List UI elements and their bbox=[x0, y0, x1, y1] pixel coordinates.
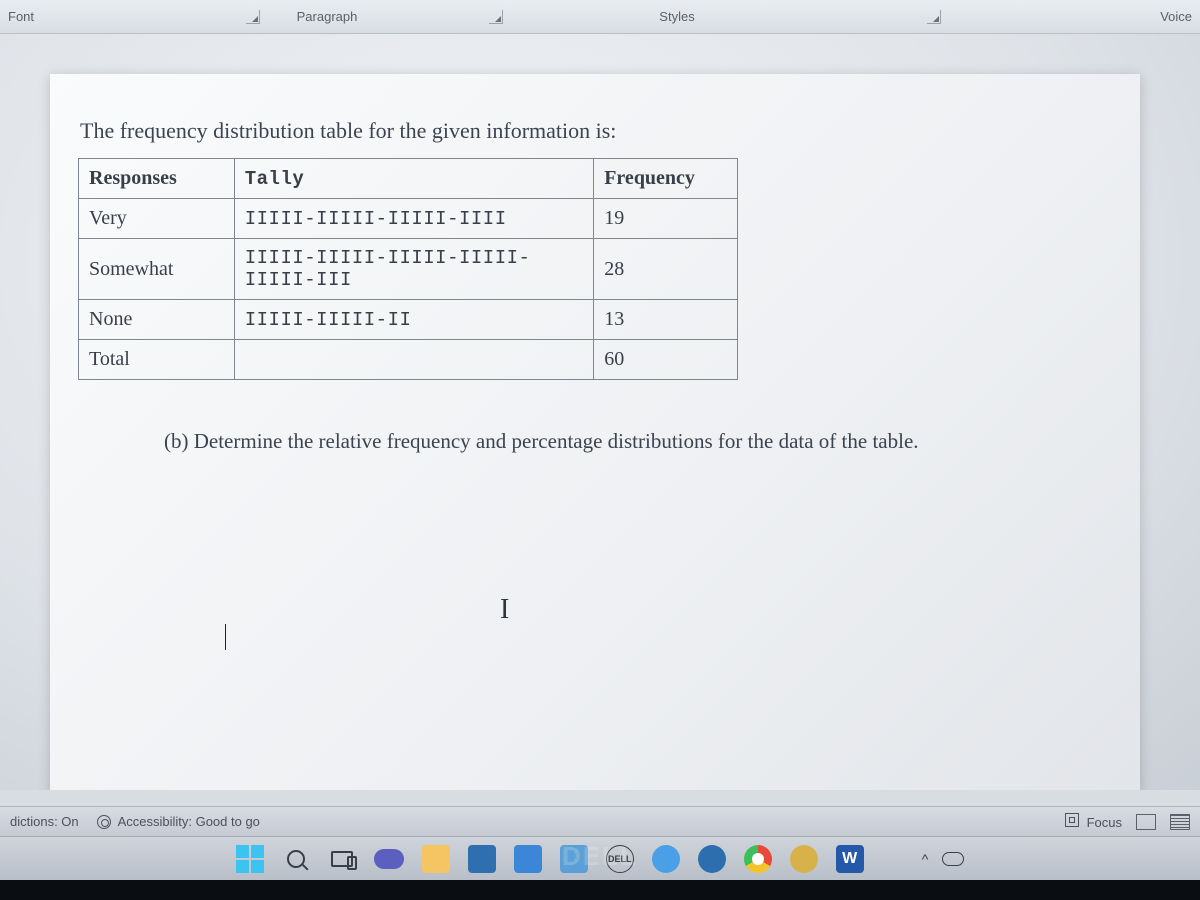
text-cursor-icon: I bbox=[500, 594, 509, 626]
question-b: (b) Determine the relative frequency and… bbox=[164, 426, 1044, 456]
globe-app-icon[interactable] bbox=[698, 845, 726, 873]
search-icon bbox=[287, 850, 305, 868]
status-predictions[interactable]: dictions: On bbox=[10, 814, 79, 829]
document-page[interactable]: The frequency distribution table for the… bbox=[50, 74, 1140, 790]
onedrive-icon[interactable] bbox=[942, 852, 964, 866]
tray-overflow-chevron-icon[interactable]: ^ bbox=[922, 851, 929, 867]
font-dialog-launcher-icon[interactable] bbox=[246, 10, 260, 24]
ribbon-paragraph-label: Paragraph bbox=[297, 9, 358, 24]
ribbon-group-font: Font bbox=[0, 9, 260, 24]
styles-dialog-launcher-icon[interactable] bbox=[927, 10, 941, 24]
ribbon-group-styles: Styles bbox=[540, 9, 1060, 24]
cell-tally: IIIII-IIIII-IIIII-IIII bbox=[234, 199, 593, 239]
cell-response: Very bbox=[79, 199, 235, 239]
header-tally: Tally bbox=[234, 159, 593, 199]
cell-response: None bbox=[79, 300, 235, 340]
ribbon-group-paragraph: Paragraph bbox=[260, 9, 540, 24]
paragraph-dialog-launcher-icon[interactable] bbox=[489, 10, 503, 24]
laptop-bezel bbox=[0, 880, 1200, 900]
ribbon-group-voice: Voice bbox=[1060, 9, 1200, 24]
table-header-row: Responses Tally Frequency bbox=[79, 159, 738, 199]
chrome-icon[interactable] bbox=[744, 845, 772, 873]
mail-icon[interactable] bbox=[514, 845, 542, 873]
taskbar-app-icon[interactable] bbox=[560, 845, 588, 873]
taskbar-teams-chat-icon[interactable] bbox=[374, 849, 404, 869]
file-explorer-icon[interactable] bbox=[422, 845, 450, 873]
status-accessibility[interactable]: Accessibility: Good to go bbox=[97, 814, 260, 830]
header-responses: Responses bbox=[79, 159, 235, 199]
table-row-total: Total 60 bbox=[79, 340, 738, 380]
focus-icon bbox=[1065, 813, 1079, 827]
cell-frequency: 60 bbox=[594, 340, 738, 380]
table-row: Somewhat IIIII-IIIII-IIIII-IIIII-IIIII-I… bbox=[79, 239, 738, 300]
focus-mode-button[interactable]: Focus bbox=[1065, 813, 1122, 830]
ribbon: Font Paragraph Styles Voice bbox=[0, 0, 1200, 34]
browser-ie-icon[interactable] bbox=[652, 845, 680, 873]
read-mode-view-icon[interactable] bbox=[1136, 814, 1156, 830]
system-tray: ^ bbox=[922, 851, 965, 867]
cell-response: Somewhat bbox=[79, 239, 235, 300]
cell-tally: IIIII-IIIII-IIIII-IIIII-IIIII-III bbox=[234, 239, 593, 300]
cell-response: Total bbox=[79, 340, 235, 380]
ribbon-voice-label: Voice bbox=[1160, 9, 1192, 24]
status-bar: dictions: On Accessibility: Good to go F… bbox=[0, 806, 1200, 836]
microsoft-store-icon[interactable] bbox=[468, 845, 496, 873]
print-layout-view-icon[interactable] bbox=[1170, 814, 1190, 830]
cell-frequency: 19 bbox=[594, 199, 738, 239]
accessibility-icon bbox=[97, 815, 111, 829]
taskbar-app-icon[interactable] bbox=[790, 845, 818, 873]
header-frequency: Frequency bbox=[594, 159, 738, 199]
ribbon-styles-label: Styles bbox=[659, 9, 694, 24]
cell-frequency: 28 bbox=[594, 239, 738, 300]
intro-sentence: The frequency distribution table for the… bbox=[80, 118, 1100, 144]
cell-frequency: 13 bbox=[594, 300, 738, 340]
word-app-icon[interactable]: W bbox=[836, 845, 864, 873]
document-canvas[interactable]: The frequency distribution table for the… bbox=[0, 34, 1200, 790]
frequency-table: Responses Tally Frequency Very IIIII-III… bbox=[78, 158, 738, 380]
table-row: None IIIII-IIIII-II 13 bbox=[79, 300, 738, 340]
ribbon-font-label: Font bbox=[8, 9, 34, 24]
start-button[interactable] bbox=[236, 845, 264, 873]
table-row: Very IIIII-IIIII-IIIII-IIII 19 bbox=[79, 199, 738, 239]
insertion-caret bbox=[225, 624, 226, 650]
cell-tally: IIIII-IIIII-II bbox=[234, 300, 593, 340]
task-view-button[interactable] bbox=[328, 845, 356, 873]
dell-app-icon[interactable]: DELL bbox=[606, 845, 634, 873]
task-view-icon bbox=[331, 851, 353, 867]
windows-taskbar: DELL W ^ bbox=[0, 836, 1200, 880]
taskbar-search-button[interactable] bbox=[282, 845, 310, 873]
cell-tally bbox=[234, 340, 593, 380]
